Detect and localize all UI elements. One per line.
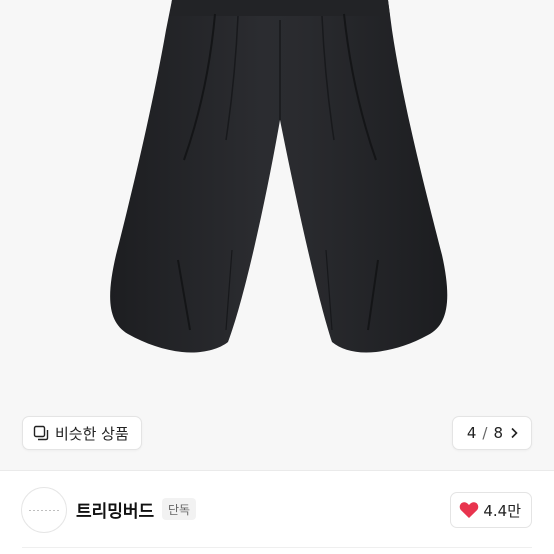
brand-avatar[interactable]: [21, 487, 67, 533]
counter-current: 4: [466, 424, 477, 442]
bottom-divider: [22, 547, 532, 548]
counter-separator: /: [482, 424, 488, 442]
chevron-right-icon: [509, 427, 519, 439]
similar-icon: [33, 425, 49, 441]
brand-row[interactable]: 트리밍버드 단독 4.4만: [0, 471, 554, 554]
heart-icon: [459, 501, 479, 519]
image-counter[interactable]: 4 / 8: [451, 416, 532, 450]
like-count: 4.4만: [483, 501, 521, 520]
similar-products-button[interactable]: 비슷한 상품: [22, 416, 142, 450]
counter-total: 8: [493, 424, 503, 442]
trousers-shape: [110, 0, 448, 353]
similar-products-label: 비슷한 상품: [55, 424, 129, 443]
product-image: [110, 0, 448, 353]
product-image-gallery[interactable]: 비슷한 상품 4 / 8: [0, 0, 554, 470]
exclusive-badge: 단독: [162, 498, 197, 520]
like-button[interactable]: 4.4만: [450, 492, 532, 528]
brand-logo: [29, 509, 59, 511]
brand-name[interactable]: 트리밍버드: [76, 497, 154, 522]
